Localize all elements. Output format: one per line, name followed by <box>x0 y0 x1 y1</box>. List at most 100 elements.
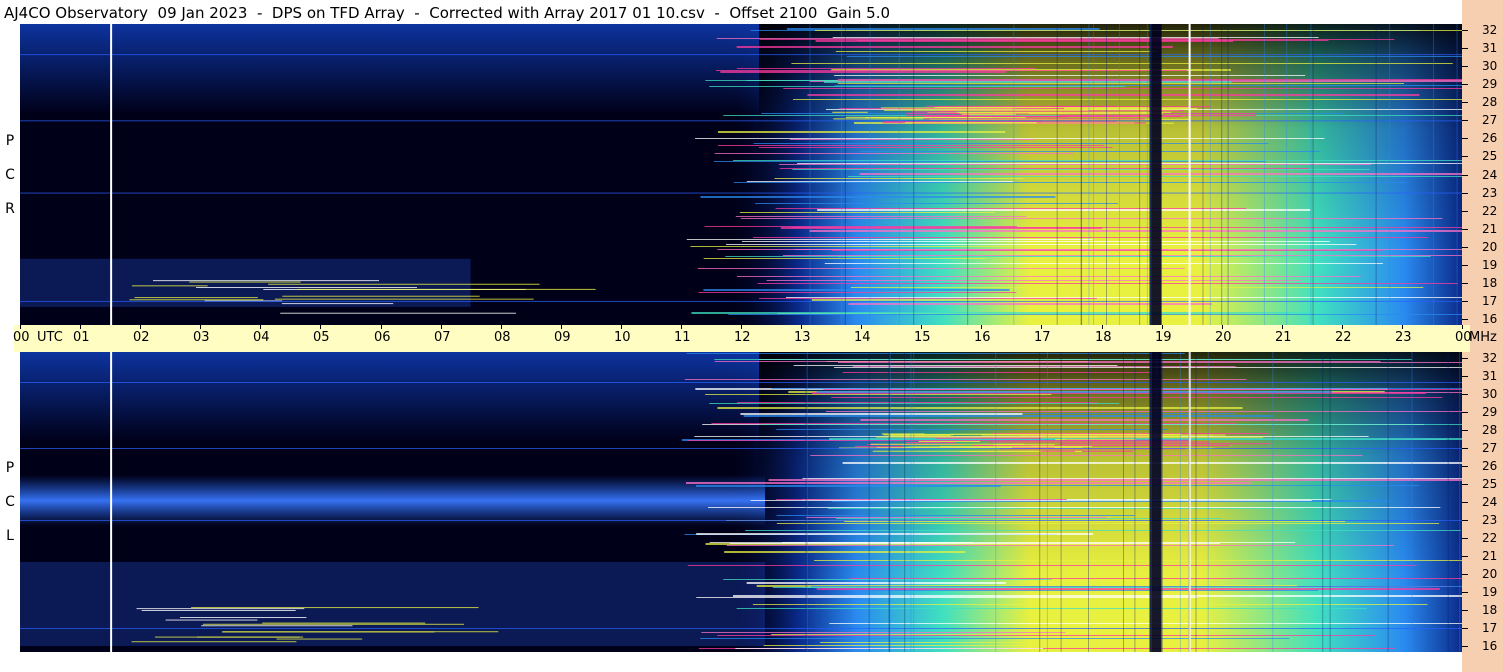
hot-cluster-line <box>888 435 951 437</box>
vertical-striation <box>1312 24 1314 325</box>
interference-line <box>834 75 1306 76</box>
vertical-striation <box>1322 352 1324 652</box>
utc-hour-label: 09 <box>554 330 571 345</box>
interference-line <box>824 263 1384 264</box>
vertical-striation <box>1088 352 1090 652</box>
interference-line <box>690 246 1193 247</box>
vertical-striation <box>904 352 906 652</box>
lcp-freq-label: 23 <box>1482 513 1498 527</box>
interference-line <box>782 255 1462 256</box>
utc-tick <box>1162 325 1163 329</box>
interference-line <box>786 28 1100 30</box>
interference-line <box>832 37 1319 38</box>
lcp-freq-tick <box>1462 556 1468 557</box>
utc-tick <box>140 325 141 329</box>
utc-tick <box>1041 325 1042 329</box>
white-vertical-marker <box>110 24 113 325</box>
utc-tick <box>80 325 81 329</box>
rcp-freq-tick <box>1462 175 1468 176</box>
night-line <box>281 303 394 305</box>
lcp-freq-tick <box>1462 502 1468 503</box>
interference-line <box>735 216 1027 217</box>
rcp-freq-label: 21 <box>1482 222 1498 236</box>
interference-line <box>797 163 1462 164</box>
interference-line <box>750 500 1312 501</box>
rcp-freq-tick <box>1462 84 1468 85</box>
vertical-striation <box>1134 352 1136 652</box>
vertical-striation <box>1146 24 1148 325</box>
interference-line <box>793 365 1118 366</box>
hot-cluster-line <box>884 109 1089 111</box>
interference-line <box>687 565 1417 566</box>
rcp-freq-tick <box>1462 193 1468 194</box>
utc-hour-label: 14 <box>854 330 871 345</box>
utc-tick <box>20 325 21 329</box>
night-line <box>221 631 435 633</box>
rcp-freq-tick <box>1462 66 1468 67</box>
utc-hour-label: 05 <box>313 330 330 345</box>
utc-tick <box>200 325 201 329</box>
interference-line <box>760 424 1462 425</box>
rcp-freq-tick <box>1462 247 1468 248</box>
vertical-striation <box>1046 352 1048 652</box>
interference-line <box>823 389 1462 390</box>
night-line <box>297 288 596 290</box>
hot-cluster-line <box>1065 439 1190 441</box>
hot-cluster-line <box>1063 108 1198 110</box>
interference-line <box>740 218 1443 219</box>
utc-hour-label: 20 <box>1215 330 1232 345</box>
utc-tick <box>621 325 622 329</box>
vertical-striation <box>1188 352 1190 652</box>
lcp-freq-label: 24 <box>1482 495 1498 509</box>
night-line <box>282 295 480 297</box>
interference-line <box>824 81 1232 83</box>
interference-line <box>790 139 1035 140</box>
lcp-freq-label: 25 <box>1482 477 1498 491</box>
lcp-freq-label: 26 <box>1482 459 1498 473</box>
hot-cluster-line <box>923 118 1146 120</box>
interference-line <box>686 353 1185 354</box>
vertical-striation <box>889 352 891 652</box>
rcp-freq-label: 23 <box>1482 186 1498 200</box>
interference-line <box>736 46 1173 48</box>
interference-line <box>697 268 1185 269</box>
interference-line <box>759 39 1395 40</box>
vertical-striation <box>1447 352 1449 652</box>
interference-line <box>793 99 1462 100</box>
vertical-striation <box>1202 24 1204 325</box>
interference-line <box>758 147 1113 148</box>
interference-line <box>724 551 966 553</box>
rcp-letter-c: C <box>5 167 15 183</box>
night-line <box>268 283 540 285</box>
interference-line <box>726 244 1357 245</box>
vertical-striation <box>805 352 807 652</box>
interference-line <box>739 212 996 213</box>
hot-cluster-line <box>940 446 1038 448</box>
hot-cluster-line <box>832 111 868 113</box>
interference-line <box>709 86 1126 87</box>
vertical-striation <box>1207 352 1209 652</box>
interference-line <box>811 586 1462 587</box>
rcp-freq-label: 19 <box>1482 258 1498 272</box>
hot-cluster-line <box>1028 112 1163 114</box>
night-line <box>136 608 305 610</box>
utc-hour-label: 11 <box>674 330 691 345</box>
hot-cluster-line <box>961 113 1016 115</box>
vertical-striation <box>1139 24 1141 325</box>
utc-hour-label: 23 <box>1395 330 1412 345</box>
vertical-striation <box>1060 352 1062 652</box>
vertical-striation <box>913 24 915 325</box>
night-line <box>201 625 353 627</box>
vertical-striation <box>910 352 912 652</box>
vertical-striation <box>1106 24 1108 325</box>
interference-line <box>700 638 1290 639</box>
band-edge-line <box>20 120 1462 122</box>
hot-cluster-line <box>880 107 1016 109</box>
band-edge-line <box>20 54 1462 56</box>
lcp-freq-label: 28 <box>1482 423 1498 437</box>
rcp-freq-label: 31 <box>1482 41 1498 55</box>
vertical-striation <box>1039 352 1041 652</box>
rcp-letter-p: P <box>5 133 15 149</box>
vertical-striation <box>1459 352 1461 652</box>
interference-line <box>827 508 1304 509</box>
